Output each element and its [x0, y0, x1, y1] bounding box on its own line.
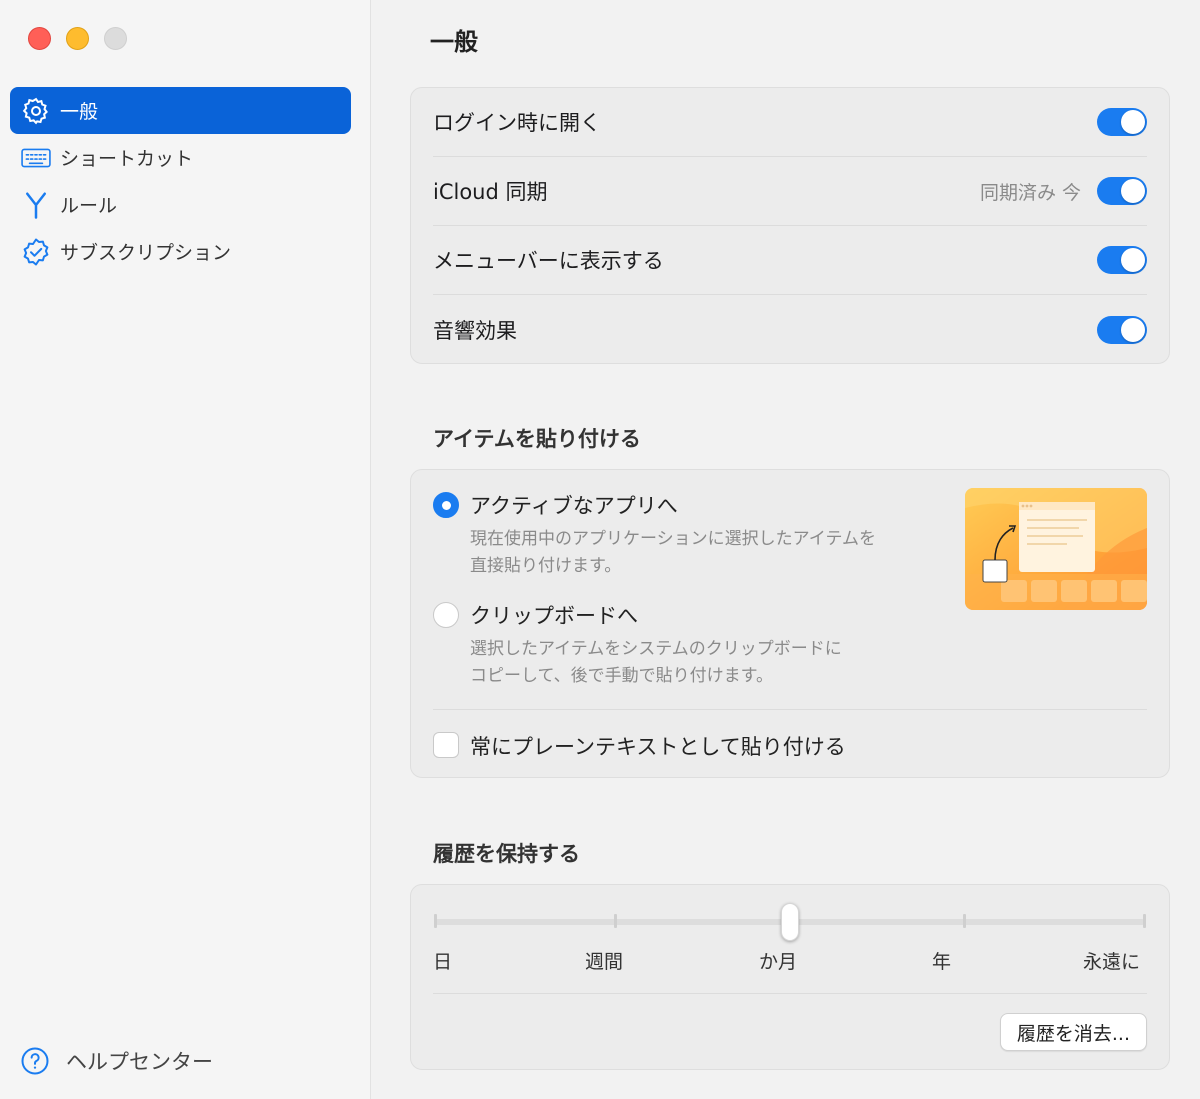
setting-row-icloud-sync: iCloud 同期 同期済み 今: [433, 157, 1147, 226]
icloud-sync-toggle[interactable]: [1097, 177, 1147, 205]
paste-to-clipboard-radio[interactable]: [433, 602, 459, 628]
history-section-title: 履歴を保持する: [433, 842, 580, 866]
slider-stop-label: 週間: [585, 951, 624, 973]
plain-text-label: 常にプレーンテキストとして貼り付ける: [470, 735, 846, 759]
zoom-window-button[interactable]: [104, 27, 127, 50]
keyboard-icon: [20, 142, 52, 174]
sidebar-item-label: ルール: [60, 195, 118, 217]
slider-tick: [434, 914, 437, 928]
option-description: 現在使用中のアプリケーションに選択したアイテムを 直接貼り付けます。: [470, 526, 876, 580]
sidebar-item-label: ショートカット: [60, 148, 194, 170]
main-content: 一般 ログイン時に開く iCloud 同期 同期済み 今 メニューバーに表示する…: [372, 0, 1200, 1099]
option-label: アクティブなアプリへ: [470, 494, 678, 518]
description-line: 直接貼り付けます。: [470, 556, 622, 576]
minimize-window-button[interactable]: [66, 27, 89, 50]
paste-to-active-app-radio[interactable]: [433, 492, 459, 518]
help-center-label: ヘルプセンター: [66, 1050, 213, 1074]
divider: [433, 709, 1147, 710]
help-center-link[interactable]: ヘルプセンター: [20, 1046, 213, 1076]
sidebar-nav: 一般 ショートカット ルール サブスクリプション: [10, 87, 351, 275]
fork-icon: [20, 189, 52, 221]
sidebar-item-rules[interactable]: ルール: [10, 181, 351, 228]
paste-section-title: アイテムを貼り付ける: [433, 427, 641, 451]
sidebar-item-shortcuts[interactable]: ショートカット: [10, 134, 351, 181]
clear-history-button[interactable]: 履歴を消去...: [999, 1013, 1147, 1051]
slider-tick: [1143, 914, 1146, 928]
history-settings-card: 日 週間 か月 年 永遠に 履歴を消去...: [410, 884, 1170, 1070]
slider-knob[interactable]: [781, 903, 799, 941]
description-line: 現在使用中のアプリケーションに選択したアイテムを: [470, 529, 876, 549]
setting-label: メニューバーに表示する: [433, 249, 664, 273]
slider-stop-label: 年: [932, 951, 952, 973]
setting-row-open-at-login: ログイン時に開く: [433, 88, 1147, 157]
slider-tick: [963, 914, 966, 928]
description-line: 選択したアイテムをシステムのクリップボードに: [470, 639, 842, 659]
slider-stop-label: 日: [433, 951, 453, 973]
slider-stop-label: か月: [759, 951, 798, 973]
open-at-login-toggle[interactable]: [1097, 108, 1147, 136]
divider: [433, 993, 1147, 994]
plain-text-checkbox[interactable]: [433, 732, 459, 758]
sidebar-item-general[interactable]: 一般: [10, 87, 351, 134]
option-description: 選択したアイテムをシステムのクリップボードに コピーして、後で手動で貼り付けます…: [470, 636, 842, 690]
sidebar-item-subscription[interactable]: サブスクリプション: [10, 228, 351, 275]
setting-label: iCloud 同期: [433, 180, 548, 204]
sidebar: 一般 ショートカット ルール サブスクリプション ヘルプセンター: [0, 0, 371, 1099]
general-settings-card: ログイン時に開く iCloud 同期 同期済み 今 メニューバーに表示する 音響…: [410, 87, 1170, 364]
sidebar-item-label: サブスクリプション: [60, 242, 232, 264]
slider-tick: [614, 914, 617, 928]
paste-settings-card: アクティブなアプリへ 現在使用中のアプリケーションに選択したアイテムを 直接貼り…: [410, 469, 1170, 778]
close-window-button[interactable]: [28, 27, 51, 50]
page-title: 一般: [430, 28, 478, 56]
setting-row-sound-effects: 音響効果: [433, 295, 1147, 364]
description-line: コピーして、後で手動で貼り付けます。: [470, 666, 773, 686]
option-label: クリップボードへ: [470, 604, 638, 628]
sidebar-item-label: 一般: [60, 101, 99, 123]
setting-row-menu-bar: メニューバーに表示する: [433, 226, 1147, 295]
sync-status: 同期済み 今: [979, 181, 1081, 204]
verified-badge-icon: [20, 236, 52, 268]
paste-illustration: [965, 488, 1147, 610]
setting-label: 音響効果: [433, 318, 517, 343]
sound-effects-toggle[interactable]: [1097, 315, 1147, 344]
show-in-menu-bar-toggle[interactable]: [1097, 246, 1147, 274]
slider-stop-label: 永遠に: [1083, 951, 1141, 973]
question-circle-icon: [20, 1046, 50, 1076]
window-controls: [28, 27, 127, 50]
gear-icon: [20, 95, 52, 127]
setting-label: ログイン時に開く: [433, 111, 601, 135]
